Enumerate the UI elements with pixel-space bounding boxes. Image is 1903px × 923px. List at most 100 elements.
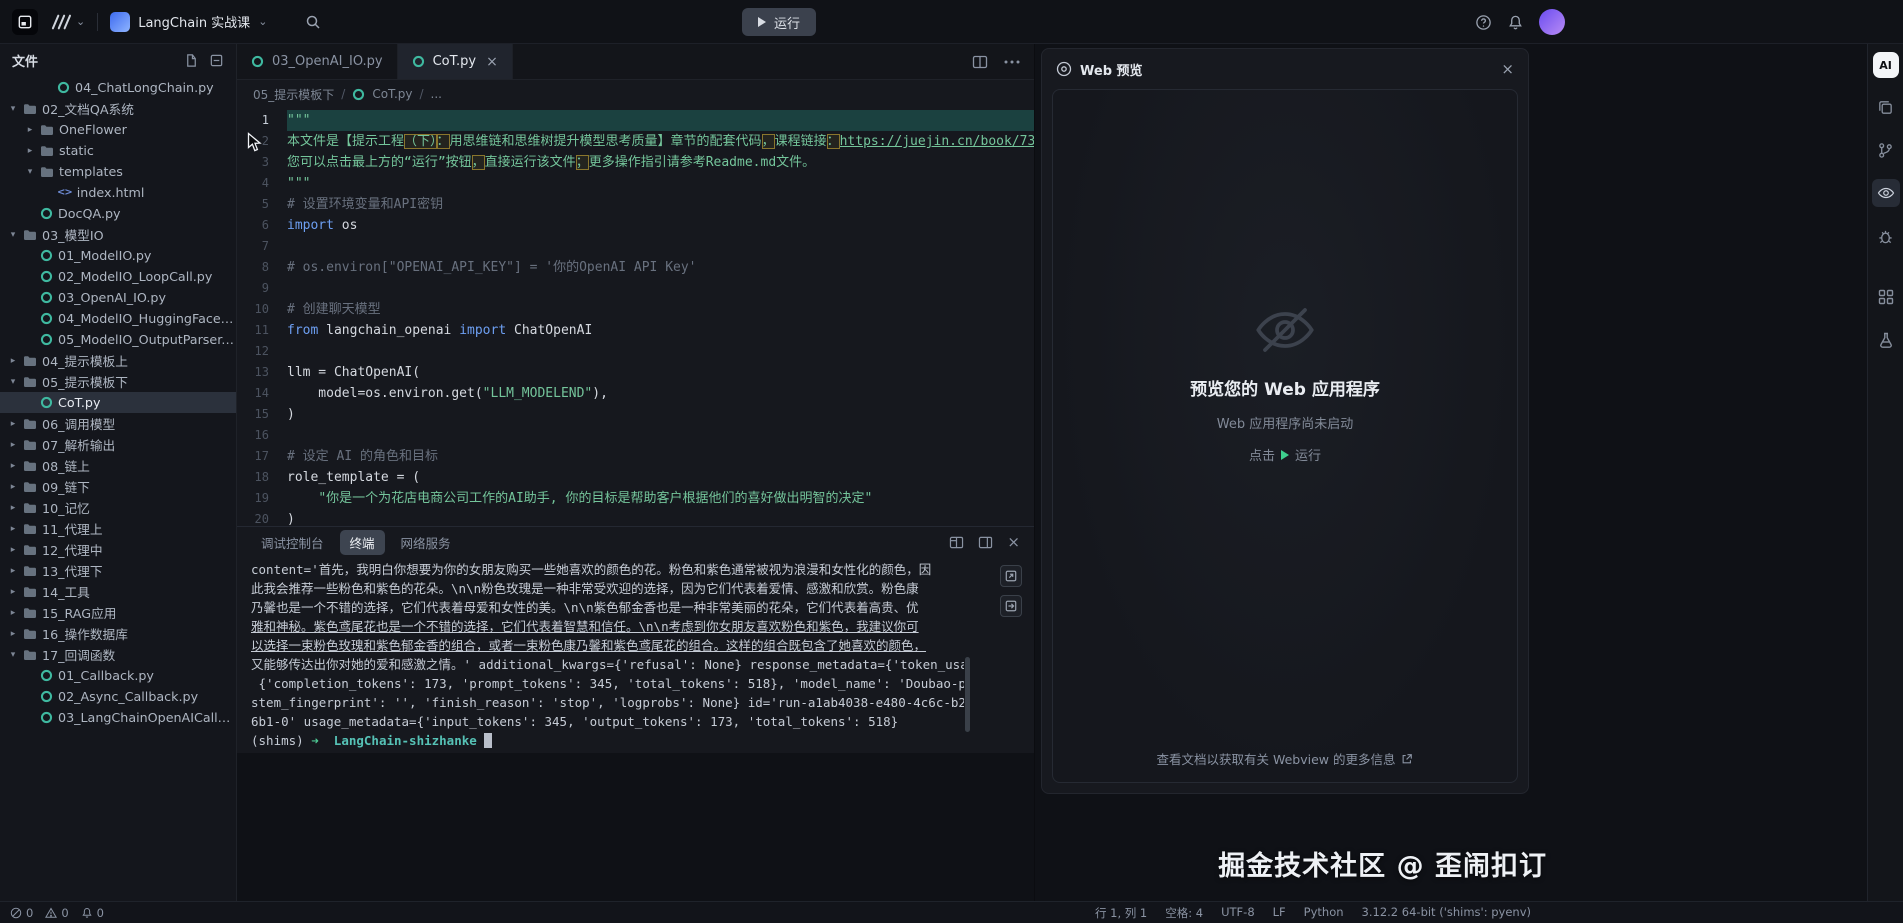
app-logo-icon[interactable] [12, 9, 38, 35]
preview-run-hint[interactable]: 点击 运行 [1249, 445, 1321, 464]
search-icon[interactable] [305, 14, 321, 30]
split-editor-icon[interactable] [972, 55, 988, 69]
tree-item[interactable]: 05_ModelIO_OutputParser.py [0, 329, 236, 350]
folder-icon [23, 502, 37, 514]
preview-heading: 预览您的 Web 应用程序 [1190, 375, 1380, 400]
split-terminal-icon[interactable] [949, 536, 964, 549]
code-line: 11from langchain_openai import ChatOpenA… [237, 320, 1034, 341]
tree-item[interactable]: ▸07_解析输出 [0, 434, 236, 455]
mouse-pointer [247, 132, 262, 153]
tree-item[interactable]: 03_OpenAI_IO.py [0, 287, 236, 308]
editor-tab[interactable]: CoT.py× [398, 44, 513, 79]
tree-item[interactable]: 04_ChatLongChain.py [0, 77, 236, 98]
tree-item[interactable]: ▸13_代理下 [0, 560, 236, 581]
status-item[interactable]: 3.12.2 64-bit ('shims': pyenv) [1362, 905, 1531, 921]
terminal[interactable]: content='首先，我明白你想要为你的女朋友购买一些她喜欢的颜色的花。粉色和… [237, 557, 1034, 753]
tree-item[interactable]: 01_ModelIO.py [0, 245, 236, 266]
chevron-icon: ▾ [25, 167, 35, 177]
code-editor[interactable]: 1"""2本文件是【提示工程（下）：用思维链和思维树提升模型思考质量】章节的配套… [237, 108, 1034, 526]
chevron-down-icon: ⌄ [258, 16, 267, 27]
notifications-bell-icon[interactable] [1507, 14, 1524, 31]
preview-docs-link[interactable]: 查看文档以获取有关 Webview 的更多信息 [1053, 749, 1517, 768]
tree-item[interactable]: ▾05_提示模板下 [0, 371, 236, 392]
tree-item[interactable]: ▸14_工具 [0, 581, 236, 602]
breadcrumb[interactable]: 05_提示模板下/CoT.py/... [237, 80, 1034, 108]
tree-item[interactable]: DocQA.py [0, 203, 236, 224]
tree-item[interactable]: ▸09_链下 [0, 476, 236, 497]
files-copy-icon[interactable] [1872, 93, 1900, 121]
more-actions-icon[interactable] [1004, 60, 1020, 64]
tree-item[interactable]: ▸ 04_提示模板上 [0, 350, 236, 371]
open-preview-icon[interactable] [1000, 595, 1022, 617]
terminal-line: content='首先，我明白你想要为你的女朋友购买一些她喜欢的颜色的花。粉色和… [251, 560, 964, 579]
panel-tab[interactable]: 终端 [340, 530, 385, 555]
debug-bug-icon[interactable] [1872, 222, 1900, 250]
tree-item[interactable]: ▸08_链上 [0, 455, 236, 476]
tree-item-label: 01_Callback.py [58, 668, 154, 683]
tree-item[interactable]: ▸16_操作数据库 [0, 623, 236, 644]
tree-item[interactable]: ▾02_文档QA系统 [0, 98, 236, 119]
tree-item-label: 04_提示模板上 [42, 351, 128, 370]
project-switcher[interactable]: LangChain 实战课 ⌄ [110, 12, 267, 32]
file-explorer: 文件 04_ChatLongChain.py▾02_文档QA系统▸OneFlow… [0, 44, 237, 901]
tree-item[interactable]: ▸static [0, 140, 236, 161]
editor-tab[interactable]: 03_OpenAI_IO.py [237, 44, 398, 79]
warning-status[interactable]: 0 [45, 906, 68, 920]
collapse-all-icon[interactable] [209, 53, 224, 68]
status-item[interactable]: 空格: 4 [1165, 905, 1203, 921]
close-icon[interactable]: × [486, 54, 498, 70]
code-text: "你是一个为花店电商公司工作的AI助手, 你的目标是帮助客户根据他们的喜好做出明… [287, 488, 1034, 509]
tree-item[interactable]: ▸OneFlower [0, 119, 236, 140]
line-number: 14 [237, 383, 287, 404]
extensions-grid-icon[interactable] [1872, 283, 1900, 311]
close-panel-icon[interactable]: × [1007, 533, 1020, 551]
tree-item[interactable]: ▸06_调用模型 [0, 413, 236, 434]
tree-item[interactable]: ▾03_模型IO [0, 224, 236, 245]
terminal-line: stem_fingerprint': '', 'finish_reason': … [251, 693, 964, 712]
tree-item-label: 13_代理下 [42, 561, 103, 580]
status-item[interactable]: 行 1, 列 1 [1095, 905, 1147, 921]
tree-item[interactable]: 02_ModelIO_LoopCall.py [0, 266, 236, 287]
source-control-branch-icon[interactable] [1872, 136, 1900, 164]
code-text: # os.environ["OPENAI_API_KEY"] = '你的Open… [287, 257, 1034, 278]
panel-tab[interactable]: 网络服务 [391, 530, 461, 555]
preview-subtext: Web 应用程序尚未启动 [1217, 413, 1353, 432]
new-file-icon[interactable] [184, 53, 199, 68]
tree-item[interactable]: ▾17_回调函数 [0, 644, 236, 665]
run-button[interactable]: 运行 [742, 8, 816, 36]
status-item[interactable]: LF [1273, 905, 1286, 921]
bell-status[interactable]: 0 [81, 906, 104, 920]
status-bar: 000 行 1, 列 1空格: 4UTF-8LFPython3.12.2 64-… [0, 901, 1903, 923]
terminal-scrollbar[interactable] [965, 657, 970, 732]
tree-item[interactable]: 04_ModelIO_HuggingFace.py [0, 308, 236, 329]
status-item[interactable]: UTF-8 [1221, 905, 1255, 921]
line-number: 17 [237, 446, 287, 467]
error-status[interactable]: 0 [10, 906, 33, 920]
status-right: 行 1, 列 1 空格: 4 UTF-8 LF Python 3.12.2 64-bit … [1095, 905, 1531, 921]
tree-item[interactable]: 03_LangChainOpenAICallback... [0, 707, 236, 728]
tree-item[interactable]: 02_Async_Callback.py [0, 686, 236, 707]
tree-item[interactable]: ▾templates [0, 161, 236, 182]
code-text: # 创建聊天模型 [287, 299, 1034, 320]
folder-icon [23, 355, 37, 367]
tree-item[interactable]: ▸12_代理中 [0, 539, 236, 560]
python-icon [251, 55, 264, 68]
tree-item[interactable]: ▸15_RAG应用 [0, 602, 236, 623]
panel-tab[interactable]: 调试控制台 [251, 530, 334, 555]
help-icon[interactable] [1475, 14, 1492, 31]
maximize-panel-icon[interactable] [978, 536, 993, 549]
tree-item[interactable]: 01_Callback.py [0, 665, 236, 686]
tree-item[interactable]: ▸10_记忆 [0, 497, 236, 518]
tree-item[interactable]: ▸11_代理上 [0, 518, 236, 539]
webview-preview-icon[interactable] [1872, 179, 1900, 207]
avatar[interactable] [1539, 9, 1565, 35]
chevron-icon: ▸ [8, 356, 18, 366]
brand-logo-icon[interactable]: ⌄ [50, 13, 85, 31]
tree-item[interactable]: CoT.py [0, 392, 236, 413]
open-in-editor-icon[interactable] [1000, 565, 1022, 587]
terminal-line: {'completion_tokens': 173, 'prompt_token… [251, 674, 964, 693]
ai-assistant-icon[interactable]: AI [1873, 52, 1899, 78]
test-flask-icon[interactable] [1872, 326, 1900, 354]
tree-item[interactable]: <>index.html [0, 182, 236, 203]
status-item[interactable]: Python [1304, 905, 1344, 921]
